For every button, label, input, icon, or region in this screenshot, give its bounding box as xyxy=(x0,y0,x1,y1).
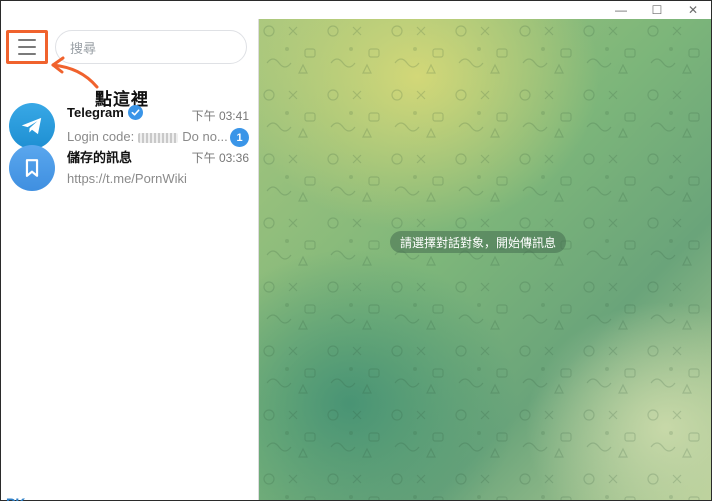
chat-time: 下午 03:36 xyxy=(191,151,249,165)
chat-time: 下午 03:41 xyxy=(191,109,249,123)
hamburger-menu-icon xyxy=(18,39,36,41)
wallpaper-pattern xyxy=(259,19,711,500)
chat-preview: Login code: Do no... xyxy=(67,129,227,144)
close-button[interactable]: ✕ xyxy=(677,1,709,19)
verified-badge-icon xyxy=(127,105,143,120)
maximize-button[interactable]: ☐ xyxy=(641,1,673,19)
chat-item-saved-messages[interactable]: 儲存的訊息 下午 03:36 https://t.me/PornWiki xyxy=(1,143,259,205)
chat-preview: https://t.me/PornWiki xyxy=(67,171,187,186)
site-watermark: PK xyxy=(6,495,25,501)
select-chat-message: 請選擇對話對象，開始傳訊息 xyxy=(390,231,567,253)
chat-area: 請選擇對話對象，開始傳訊息 xyxy=(259,19,711,500)
telegram-window: — ☐ ✕ 搜尋 點這裡 Telegram 下午 03:41 Login cod… xyxy=(0,0,712,501)
minimize-button[interactable]: — xyxy=(605,1,637,19)
title-bar: — ☐ ✕ xyxy=(1,1,711,19)
chat-sidebar: 搜尋 點這裡 Telegram 下午 03:41 Login code: Do n… xyxy=(1,19,259,501)
bookmark-icon xyxy=(25,159,39,177)
redacted-code xyxy=(138,132,179,143)
chat-name: Telegram xyxy=(67,105,124,120)
main-menu-button[interactable] xyxy=(6,30,48,64)
chat-name: 儲存的訊息 xyxy=(67,150,133,165)
avatar xyxy=(9,145,55,191)
search-placeholder: 搜尋 xyxy=(70,40,97,56)
telegram-plane-icon xyxy=(21,117,42,135)
